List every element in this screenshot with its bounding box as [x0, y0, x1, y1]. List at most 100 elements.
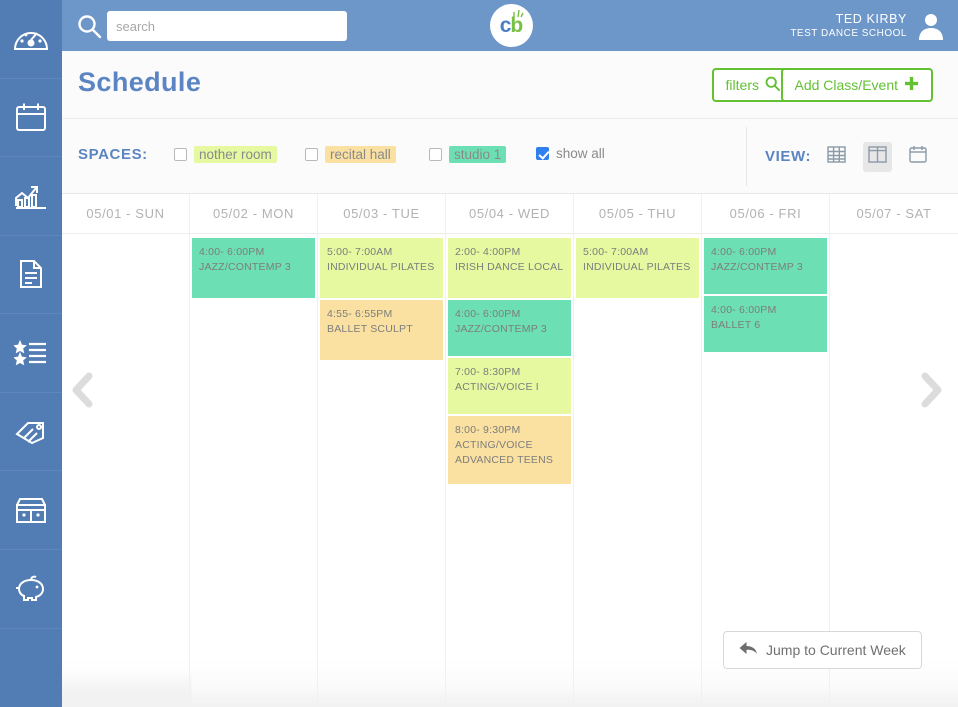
app-logo[interactable]: c b [490, 4, 533, 47]
storefront-icon [15, 496, 47, 524]
search-icon [765, 76, 780, 94]
event-time: 5:00- 7:00AM [327, 246, 393, 258]
view-label: VIEW: [765, 148, 812, 165]
chart-growth-icon [14, 182, 48, 210]
calendar-day-header-row: 05/01 - SUN 05/02 - MON 05/03 - TUE 05/0… [62, 194, 958, 234]
event-time: 7:00- 8:30PM [455, 366, 521, 378]
plus-icon [904, 76, 919, 94]
space-checkbox[interactable] [305, 148, 318, 161]
add-class-event-button[interactable]: Add Class/Event [780, 68, 933, 102]
space-filter-recital-hall[interactable]: recital hall [305, 146, 396, 163]
calendar-event[interactable]: 5:00- 7:00AM INDIVIDUAL PILATES [576, 238, 699, 298]
event-title: BALLET 6 [711, 319, 761, 332]
user-names: TED KIRBY TEST DANCE SCHOOL [790, 12, 907, 40]
top-navigation-bar: c b TED KIRBY TEST DANCE SCHOOL [62, 0, 958, 51]
event-title: JAZZ/CONTEMP 3 [455, 323, 547, 336]
avatar[interactable] [916, 11, 946, 41]
calendar-event[interactable]: 4:00- 6:00PM JAZZ/CONTEMP 3 [192, 238, 315, 298]
space-filter-nother-room[interactable]: nother room [174, 146, 277, 163]
sidebar-item-store[interactable] [0, 471, 62, 550]
event-title: JAZZ/CONTEMP 3 [711, 261, 803, 274]
day-column: 5:00- 7:00AM INDIVIDUAL PILATES 4:55- 6:55… [318, 234, 446, 707]
space-name: recital hall [325, 146, 396, 163]
column-view-icon [868, 145, 887, 168]
calendar-event[interactable]: 7:00- 8:30PM ACTING/VOICE I [448, 358, 571, 414]
event-title: BALLET SCULPT [327, 323, 413, 336]
page-title: Schedule [78, 67, 202, 97]
page-header: Schedule filters Add Class/Event [62, 51, 958, 119]
view-option-column[interactable] [862, 141, 893, 172]
sidebar-item-schedule[interactable] [0, 79, 62, 158]
search-icon[interactable] [76, 13, 102, 39]
logo-letter-c: c [499, 13, 512, 37]
sidebar-item-pricing[interactable] [0, 393, 62, 472]
sidebar-item-classes[interactable] [0, 314, 62, 393]
event-title: ACTING/VOICE ADVANCED TEENS [455, 439, 554, 467]
event-title: ACTING/VOICE I [455, 381, 539, 394]
event-time: 4:00- 6:00PM [199, 246, 265, 258]
calendar-event[interactable]: 4:00- 6:00PM BALLET 6 [704, 296, 827, 352]
calendar-event[interactable]: 5:00- 7:00AM INDIVIDUAL PILATES [320, 238, 443, 298]
view-switcher: VIEW: [746, 127, 933, 186]
sidebar-item-reports[interactable] [0, 157, 62, 236]
event-title: IRISH DANCE LOCAL [455, 261, 564, 274]
main-sidebar [0, 0, 62, 707]
calendar-event[interactable]: 2:00- 4:00PM IRISH DANCE LOCAL [448, 238, 571, 298]
calendar-event[interactable]: 4:55- 6:55PM BALLET SCULPT [320, 300, 443, 360]
sidebar-item-dashboard[interactable] [0, 0, 62, 79]
spaces-label: SPACES: [78, 146, 148, 163]
view-option-month[interactable] [903, 142, 933, 172]
calendar-icon [909, 145, 927, 168]
chevron-left-icon [72, 372, 93, 408]
space-name: studio 1 [449, 146, 507, 163]
sidebar-filler [0, 629, 62, 707]
event-time: 4:55- 6:55PM [327, 308, 393, 320]
next-week-arrow[interactable] [912, 362, 952, 418]
sidebar-item-documents[interactable] [0, 236, 62, 315]
day-header-mon: 05/02 - MON [190, 194, 318, 233]
calendar-icon [15, 102, 47, 132]
jump-to-current-week-label: Jump to Current Week [766, 642, 906, 658]
event-title: INDIVIDUAL PILATES [327, 261, 435, 274]
day-column: 2:00- 4:00PM IRISH DANCE LOCAL 4:00- 6:00P… [446, 234, 574, 707]
undo-arrow-icon [739, 640, 758, 660]
day-header-thu: 05/05 - THU [574, 194, 702, 233]
previous-week-arrow[interactable] [62, 362, 102, 418]
space-checkbox[interactable] [174, 148, 187, 161]
star-list-icon [14, 340, 48, 366]
user-account-menu[interactable]: TED KIRBY TEST DANCE SCHOOL [790, 7, 946, 45]
spaces-filter-bar: SPACES: nother room recital hall studio … [62, 119, 958, 194]
dashboard-gauge-icon [13, 26, 49, 52]
day-column: 5:00- 7:00AM INDIVIDUAL PILATES [574, 234, 702, 707]
schedule-app: c b TED KIRBY TEST DANCE SCHOOL Sch [0, 0, 958, 707]
calendar-event[interactable]: 4:00- 6:00PM JAZZ/CONTEMP 3 [704, 238, 827, 294]
day-header-tue: 05/03 - TUE [318, 194, 446, 233]
search-input[interactable] [107, 11, 347, 41]
event-time: 5:00- 7:00AM [583, 246, 649, 258]
space-filter-show-all[interactable]: show all [536, 146, 605, 161]
space-checkbox[interactable] [429, 148, 442, 161]
calendar-event[interactable]: 8:00- 9:30PM ACTING/VOICE ADVANCED TEENS [448, 416, 571, 484]
space-name: nother room [194, 146, 277, 163]
calendar-event[interactable]: 4:00- 6:00PM JAZZ/CONTEMP 3 [448, 300, 571, 356]
sidebar-item-finances[interactable] [0, 550, 62, 629]
piggy-bank-icon [14, 575, 48, 603]
day-header-fri: 05/06 - FRI [702, 194, 830, 233]
logo-sparkle-icon [513, 9, 525, 17]
show-all-checkbox[interactable] [536, 147, 549, 160]
jump-to-current-week-button[interactable]: Jump to Current Week [723, 631, 922, 669]
event-time: 4:00- 6:00PM [711, 246, 777, 258]
event-time: 4:00- 6:00PM [711, 304, 777, 316]
event-title: JAZZ/CONTEMP 3 [199, 261, 291, 274]
chevron-right-icon [921, 372, 942, 408]
filters-label: filters [725, 77, 759, 93]
space-filter-studio-1[interactable]: studio 1 [429, 146, 507, 163]
view-option-grid[interactable] [822, 142, 852, 172]
grid-table-icon [827, 145, 847, 168]
event-time: 2:00- 4:00PM [455, 246, 521, 258]
user-organization: TEST DANCE SCHOOL [790, 27, 907, 39]
event-time: 4:00- 6:00PM [455, 308, 521, 320]
add-class-event-label: Add Class/Event [794, 77, 899, 93]
logo-letter-b: b [510, 9, 525, 38]
user-name: TED KIRBY [835, 11, 907, 26]
